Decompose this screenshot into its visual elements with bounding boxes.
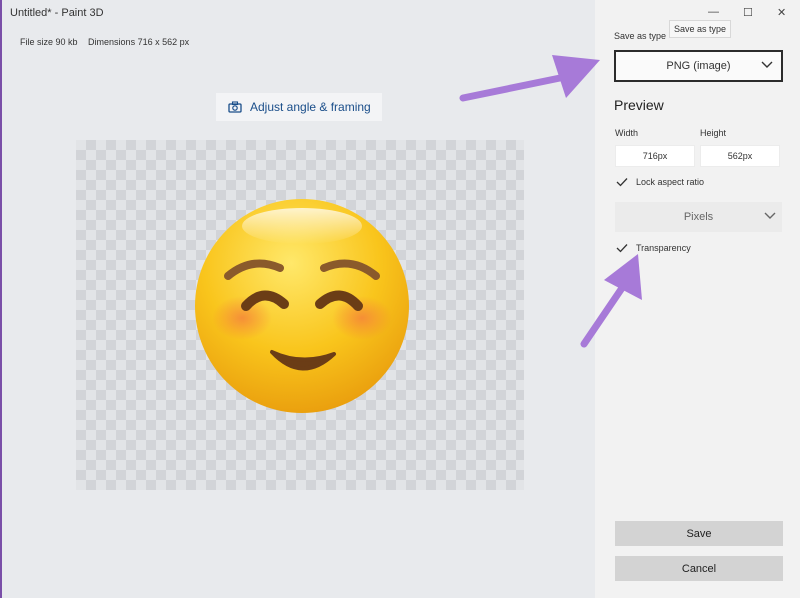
smiling-emoji-image — [195, 199, 409, 413]
units-dropdown[interactable]: Pixels — [615, 202, 782, 232]
maximize-button[interactable]: ☐ — [743, 6, 753, 19]
height-label: Height — [700, 128, 727, 138]
adjust-angle-framing-button[interactable]: Adjust angle & framing — [216, 93, 382, 121]
camera-icon — [228, 101, 242, 113]
height-input[interactable] — [700, 145, 780, 167]
close-button[interactable]: ✕ — [777, 6, 786, 19]
file-info: File size 90 kb Dimensions 716 x 562 px — [20, 37, 197, 47]
main-area: Untitled* - Paint 3D File size 90 kb Dim… — [2, 0, 595, 598]
checkmark-icon — [616, 244, 628, 253]
save-as-type-dropdown[interactable]: PNG (image) — [614, 50, 783, 82]
width-input[interactable] — [615, 145, 695, 167]
chevron-down-icon — [761, 61, 773, 68]
save-as-type-tooltip: Save as type — [669, 20, 732, 38]
adjust-angle-framing-label: Adjust angle & framing — [250, 100, 371, 114]
minimize-button[interactable]: — — [708, 6, 719, 18]
save-as-type-label: Save as type — [614, 31, 667, 41]
image-canvas[interactable] — [76, 140, 524, 490]
save-panel — [595, 0, 800, 598]
transparency-checkbox[interactable]: Transparency — [616, 243, 691, 253]
preview-heading: Preview — [614, 97, 664, 113]
units-value: Pixels — [683, 211, 714, 223]
chevron-down-icon — [764, 212, 776, 219]
transparency-label: Transparency — [636, 243, 691, 253]
width-label: Width — [615, 128, 639, 138]
cancel-button[interactable]: Cancel — [615, 556, 783, 581]
window-title: Untitled* - Paint 3D — [10, 7, 104, 19]
save-as-type-value: PNG (image) — [666, 60, 731, 72]
image-dimensions: Dimensions 716 x 562 px — [88, 37, 190, 47]
checkmark-icon — [616, 178, 628, 187]
file-size: File size 90 kb — [20, 37, 78, 47]
lock-aspect-ratio-checkbox[interactable]: Lock aspect ratio — [616, 177, 704, 187]
save-button[interactable]: Save — [615, 521, 783, 546]
lock-aspect-ratio-label: Lock aspect ratio — [636, 177, 705, 187]
